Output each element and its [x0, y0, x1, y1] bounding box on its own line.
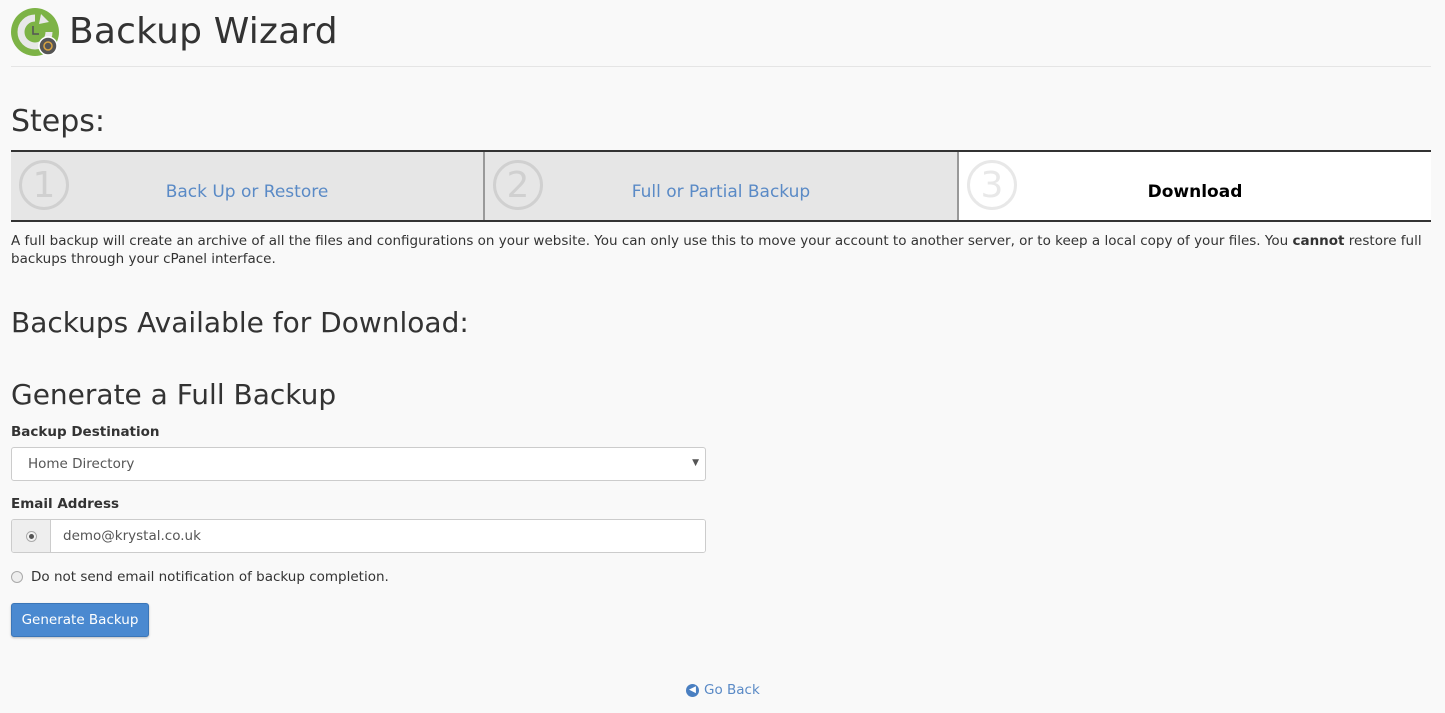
radio-selected-dot [28, 533, 34, 539]
email-radio-addon[interactable] [12, 520, 51, 552]
step-download: 3 Download [959, 152, 1431, 220]
chevron-down-icon: ▼ [692, 458, 699, 468]
backup-destination-label: Backup Destination [11, 424, 160, 440]
description-emphasis: cannot [1292, 233, 1345, 249]
email-input-group [11, 519, 706, 553]
step-link-back-up-or-restore[interactable]: Back Up or Restore [166, 182, 329, 202]
step-link-full-or-partial-backup[interactable]: Full or Partial Backup [632, 182, 810, 202]
step-full-or-partial-backup[interactable]: 2 Full or Partial Backup [485, 152, 959, 220]
no-email-label: Do not send email notification of backup… [31, 569, 389, 585]
step-back-up-or-restore[interactable]: 1 Back Up or Restore [11, 152, 485, 220]
no-email-option[interactable]: Do not send email notification of backup… [11, 569, 389, 585]
description-text: A full backup will create an archive of … [11, 233, 1293, 249]
steps-title: Steps: [11, 104, 106, 139]
arrow-circle-left-icon: ◀ [686, 683, 699, 697]
generate-full-backup-heading: Generate a Full Backup [11, 378, 337, 411]
email-address-input[interactable] [51, 520, 705, 552]
email-address-label: Email Address [11, 496, 120, 512]
full-backup-description: A full backup will create an archive of … [11, 232, 1431, 268]
generate-backup-button[interactable]: Generate Backup [11, 603, 149, 637]
backup-wizard-icon [11, 8, 61, 58]
no-email-radio[interactable] [11, 571, 23, 583]
email-radio[interactable] [25, 530, 37, 542]
step-number-icon: 2 [493, 160, 543, 210]
page-title: Backup Wizard [69, 10, 338, 52]
step-number-icon: 3 [967, 160, 1017, 210]
backups-available-heading: Backups Available for Download: [11, 306, 469, 339]
backup-destination-select[interactable]: Home Directory ▼ [11, 447, 706, 481]
step-label-download: Download [1147, 182, 1243, 202]
page-header: Backup Wizard [11, 6, 1431, 67]
go-back-link[interactable]: ◀ Go Back [686, 682, 760, 698]
go-back-label[interactable]: Go Back [704, 682, 760, 698]
backup-destination-value: Home Directory [28, 456, 135, 472]
wizard-steps: 1 Back Up or Restore 2 Full or Partial B… [11, 150, 1431, 222]
step-number-icon: 1 [19, 160, 69, 210]
